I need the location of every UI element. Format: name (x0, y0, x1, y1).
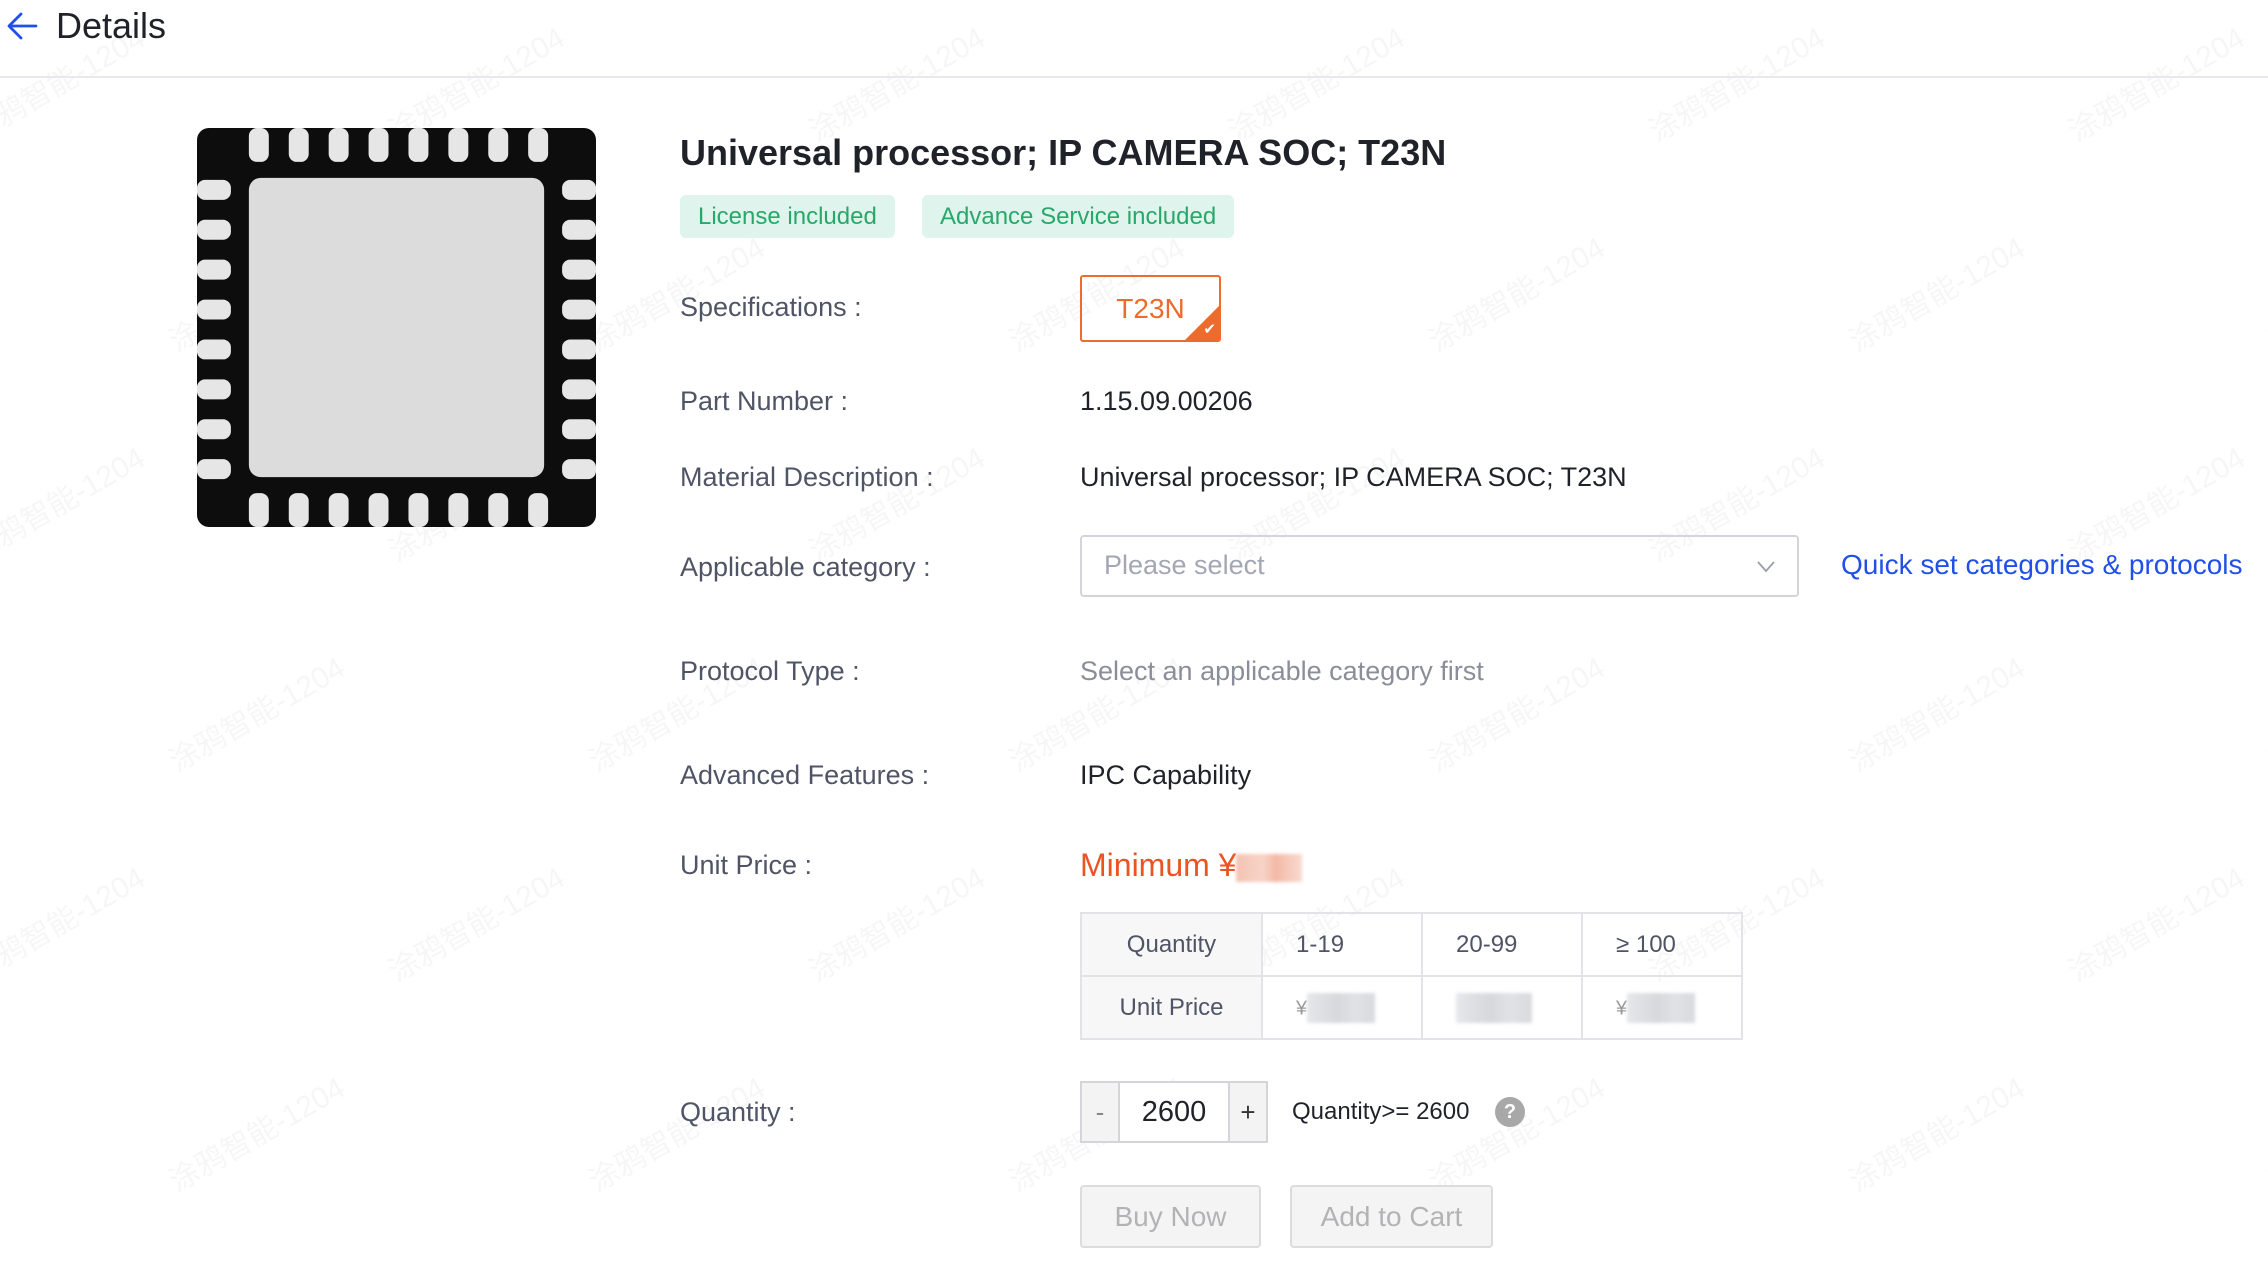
quantity-hint: Quantity>= 2600 (1292, 1098, 1470, 1125)
watermark-text: 涂鸦智能-1204 (2059, 854, 2251, 990)
protocol-type-value: Select an applicable category first (1080, 656, 1484, 686)
table-row-header: Quantity (1080, 912, 1263, 977)
watermark-text: 涂鸦智能-1204 (579, 1064, 771, 1200)
material-description-value: Universal processor; IP CAMERA SOC; T23N (1080, 462, 1627, 492)
quantity-input[interactable] (1120, 1083, 1228, 1141)
blurred-price (1307, 992, 1376, 1023)
watermark-text: 涂鸦智能-1204 (1419, 1064, 1611, 1200)
page-header: Details (0, 0, 2268, 78)
product-title: Universal processor; IP CAMERA SOC; T23N (680, 132, 1447, 173)
watermark-text: 涂鸦智能-1204 (379, 854, 571, 990)
spec-option-label: T23N (1116, 293, 1185, 324)
blurred-price (1627, 992, 1696, 1023)
advanced-features-value: IPC Capability (1080, 760, 1252, 790)
table-row-header: Unit Price (1080, 975, 1263, 1040)
chevron-down-icon (1757, 561, 1775, 573)
watermark-text: 涂鸦智能-1204 (1839, 224, 2031, 360)
quantity-label: Quantity : (680, 1097, 796, 1127)
increment-button[interactable]: + (1228, 1083, 1266, 1141)
add-to-cart-button[interactable]: Add to Cart (1290, 1185, 1493, 1248)
blurred-price (1236, 853, 1303, 882)
watermark-text: 涂鸦智能-1204 (799, 854, 991, 990)
tier-cell: 20-99 (1421, 912, 1583, 977)
watermark-text: 涂鸦智能-1204 (1419, 224, 1611, 360)
license-badge: License included (680, 195, 895, 238)
part-number-label: Part Number : (680, 386, 849, 416)
help-icon[interactable]: ? (1495, 1097, 1525, 1127)
material-description-label: Material Description : (680, 462, 934, 492)
watermark-text: 涂鸦智能-1204 (2259, 644, 2268, 780)
page-title: Details (56, 5, 167, 46)
table-row: Quantity 1-19 20-99 ≥ 100 (1080, 912, 1743, 977)
watermark-text: 涂鸦智能-1204 (159, 1064, 351, 1200)
quantity-stepper: - + (1080, 1081, 1268, 1143)
check-icon: ✔ (1203, 321, 1216, 338)
price-table: Quantity 1-19 20-99 ≥ 100 Unit Price ¥ ¥ (1080, 912, 1743, 1040)
watermark-text: 涂鸦智能-1204 (2259, 224, 2268, 360)
minimum-price-prefix: Minimum ¥ (1080, 847, 1237, 883)
category-select[interactable]: Please select (1080, 535, 1799, 597)
advanced-features-label: Advanced Features : (680, 760, 930, 790)
price-cell (1421, 975, 1583, 1040)
watermark-text: 涂鸦智能-1204 (1839, 644, 2031, 780)
category-select-placeholder: Please select (1104, 550, 1265, 580)
watermark-text: 涂鸦智能-1204 (0, 854, 152, 990)
quick-set-link[interactable]: Quick set categories & protocols (1841, 549, 2243, 581)
specifications-label: Specifications : (680, 292, 862, 322)
watermark-text: 涂鸦智能-1204 (0, 434, 152, 570)
minimum-price: Minimum ¥ (1080, 845, 1303, 885)
service-badge: Advance Service included (922, 195, 1235, 238)
part-number-value: 1.15.09.00206 (1080, 386, 1253, 416)
product-image (197, 128, 596, 527)
arrow-left-icon[interactable] (4, 8, 40, 44)
tier-cell: 1-19 (1261, 912, 1423, 977)
watermark-text: 涂鸦智能-1204 (1839, 1064, 2031, 1200)
applicable-category-label: Applicable category : (680, 552, 931, 582)
buy-now-button[interactable]: Buy Now (1080, 1185, 1261, 1248)
blurred-price (1456, 992, 1532, 1023)
tier-cell: ≥ 100 (1581, 912, 1743, 977)
table-row: Unit Price ¥ ¥ (1080, 975, 1743, 1040)
decrement-button[interactable]: - (1082, 1083, 1120, 1141)
price-cell: ¥ (1261, 975, 1423, 1040)
watermark-text: 涂鸦智能-1204 (2259, 1064, 2268, 1200)
protocol-type-label: Protocol Type : (680, 656, 860, 686)
price-cell: ¥ (1581, 975, 1743, 1040)
spec-option-t23n[interactable]: T23N ✔ (1080, 275, 1221, 342)
unit-price-label: Unit Price : (680, 850, 813, 880)
watermark-text: 涂鸦智能-1204 (159, 644, 351, 780)
